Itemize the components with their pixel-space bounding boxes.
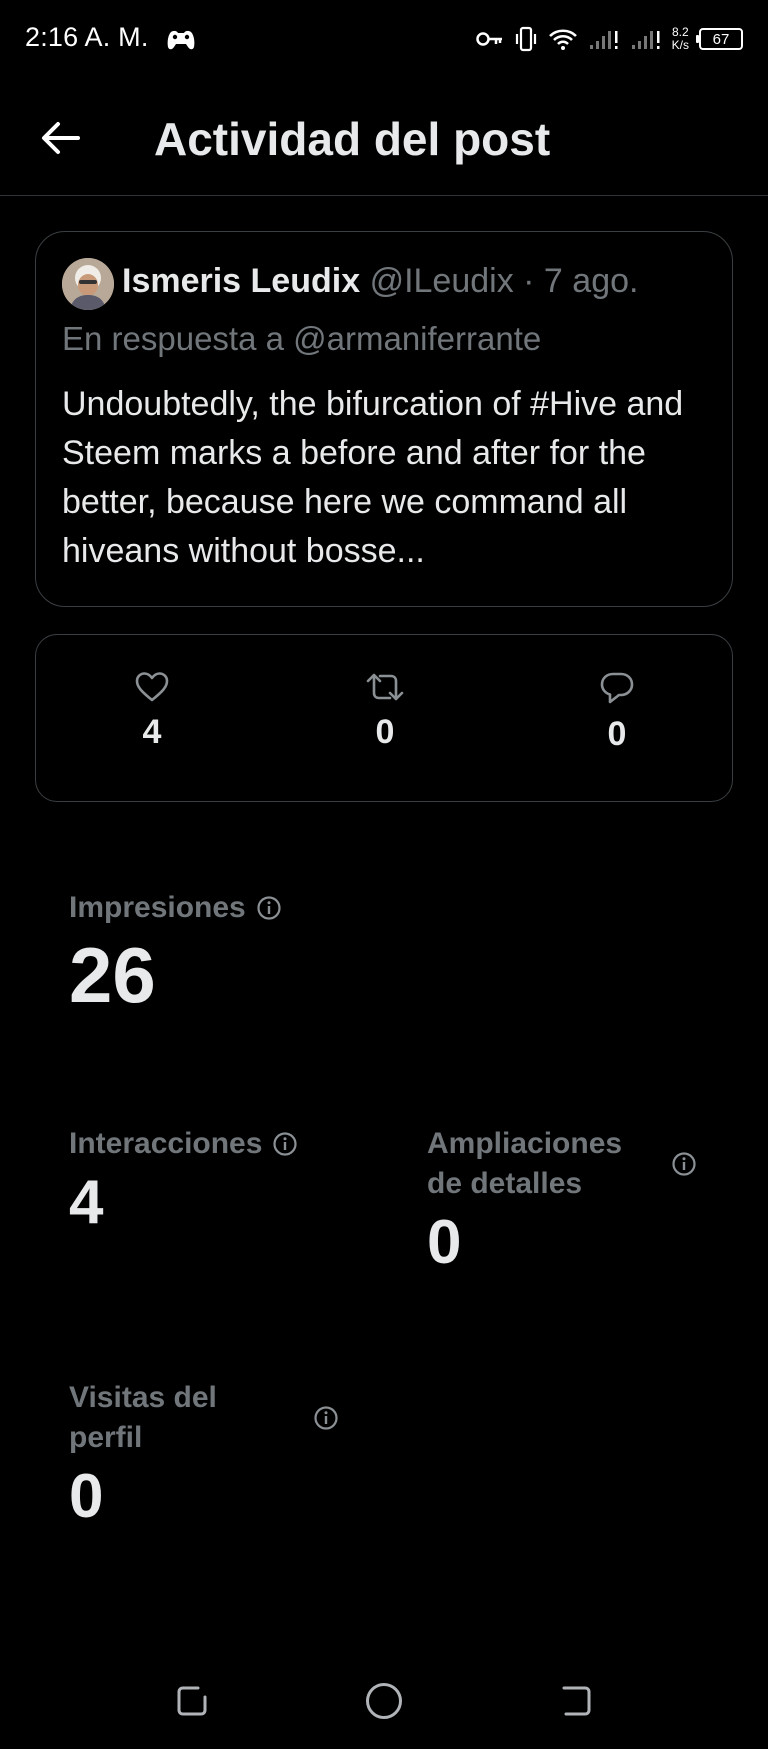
replies-count: 0 bbox=[607, 715, 627, 753]
home-button[interactable] bbox=[359, 1676, 409, 1726]
info-icon[interactable] bbox=[256, 895, 282, 921]
reply-bubble-icon bbox=[600, 672, 634, 704]
repost-icon bbox=[366, 673, 404, 701]
impressions-metric: Impresiones 26 bbox=[69, 888, 282, 1018]
vibrate-icon bbox=[515, 26, 536, 52]
profile-visits-metric: Visitas del perfil 0 bbox=[69, 1378, 349, 1532]
detail-expands-label-line1: Ampliaciones bbox=[427, 1127, 623, 1160]
impressions-value: 26 bbox=[69, 931, 156, 1019]
detail-expands-value: 0 bbox=[427, 1208, 462, 1277]
avatar-image bbox=[62, 258, 114, 310]
back-nav-icon bbox=[562, 1686, 591, 1716]
likes-count: 4 bbox=[142, 713, 162, 751]
system-nav-bar bbox=[0, 1660, 768, 1740]
info-icon[interactable] bbox=[272, 1131, 298, 1157]
recents-button[interactable] bbox=[167, 1676, 217, 1726]
battery-level: 67 bbox=[712, 30, 730, 48]
battery-indicator: 67 bbox=[696, 28, 743, 50]
gamepad-icon bbox=[167, 30, 195, 50]
signal-icon bbox=[631, 31, 660, 49]
profile-visits-label-line1: Visitas del bbox=[69, 1381, 217, 1414]
interactions-value: 4 bbox=[69, 1168, 104, 1237]
heart-icon bbox=[135, 672, 169, 702]
detail-expands-metric: Ampliaciones de detalles 0 bbox=[427, 1124, 707, 1278]
author-line: Ismeris Leudix @ILeudix · 7 ago. bbox=[122, 262, 638, 301]
quoted-post-card[interactable]: Ismeris Leudix @ILeudix · 7 ago. En resp… bbox=[35, 231, 733, 607]
profile-visits-value: 0 bbox=[69, 1462, 104, 1531]
interactions-metric: Interacciones 4 bbox=[69, 1124, 298, 1238]
replies-stat: 0 bbox=[577, 671, 657, 754]
detail-expands-label-line2: de detalles bbox=[427, 1167, 583, 1200]
page-title: Actividad del post bbox=[154, 113, 551, 165]
back-button[interactable] bbox=[36, 114, 84, 162]
wifi-icon bbox=[548, 29, 577, 50]
network-speed-unit: K/s bbox=[671, 38, 689, 52]
page-header: Actividad del post bbox=[0, 80, 768, 196]
signal-icon bbox=[589, 31, 618, 49]
interactions-label: Interacciones bbox=[69, 1127, 263, 1160]
post-text: Undoubtedly, the bifurcation of #Hive an… bbox=[62, 385, 684, 570]
engagement-card: 4 0 0 bbox=[35, 634, 733, 802]
info-icon[interactable] bbox=[671, 1151, 697, 1177]
arrow-left-icon bbox=[42, 122, 80, 154]
impressions-label: Impresiones bbox=[69, 891, 246, 924]
reposts-count: 0 bbox=[375, 713, 395, 751]
profile-visits-label-line2: perfil bbox=[69, 1421, 143, 1454]
status-icons: 8.2 K/s 67 bbox=[475, 22, 743, 56]
avatar[interactable] bbox=[62, 258, 114, 310]
author-handle: @ILeudix · 7 ago. bbox=[369, 262, 639, 300]
status-bar: 2:16 A. M. 8.2 K/s 67 bbox=[0, 0, 768, 80]
key-icon bbox=[475, 32, 502, 46]
likes-stat: 4 bbox=[112, 671, 192, 752]
back-nav-button[interactable] bbox=[551, 1676, 601, 1726]
author-name[interactable]: Ismeris Leudix bbox=[122, 262, 360, 300]
status-time: 2:16 A. M. bbox=[25, 22, 149, 52]
recents-icon bbox=[177, 1686, 207, 1716]
reply-to-text: En respuesta a @armaniferrante bbox=[62, 320, 542, 357]
network-speed: 8.2 K/s bbox=[672, 26, 689, 52]
reposts-stat: 0 bbox=[345, 671, 425, 752]
home-icon bbox=[366, 1683, 402, 1719]
info-icon[interactable] bbox=[313, 1405, 339, 1431]
